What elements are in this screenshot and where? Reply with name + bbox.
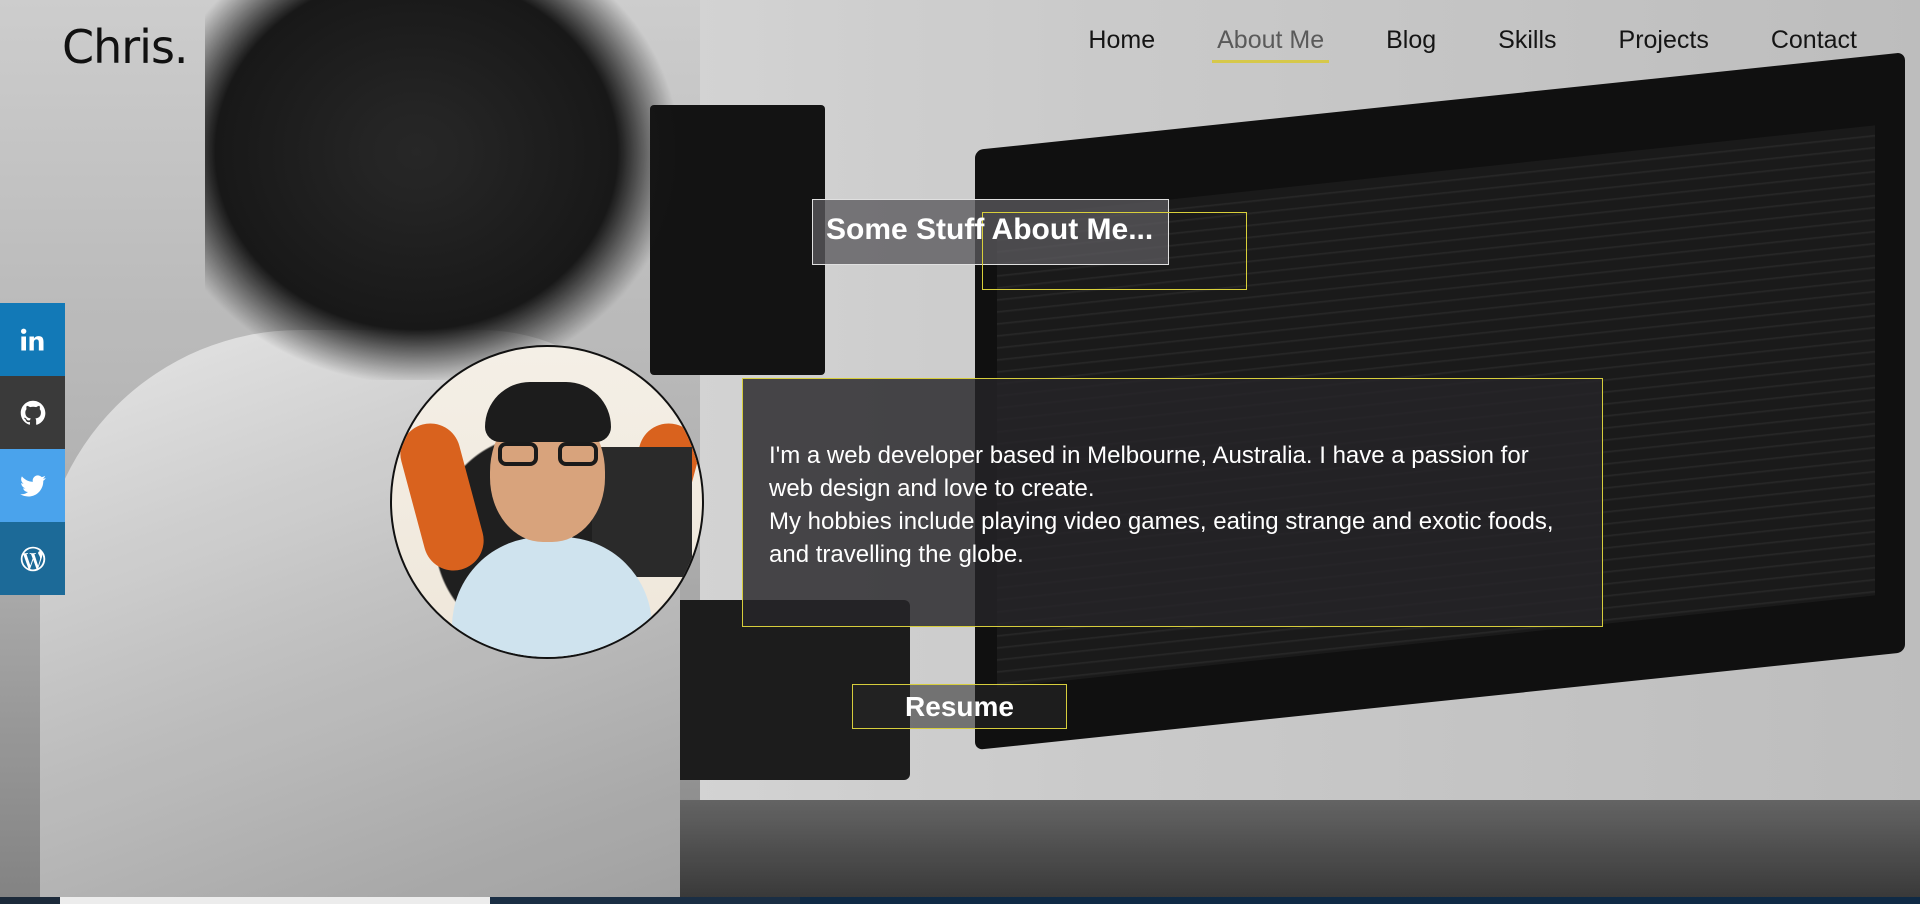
profile-photo — [390, 345, 704, 659]
wordpress-icon — [20, 546, 45, 571]
linkedin-button[interactable] — [0, 303, 65, 376]
github-button[interactable] — [0, 376, 65, 449]
resume-button[interactable]: Resume — [852, 684, 1067, 729]
about-paragraph-1: I'm a web developer based in Melbourne, … — [769, 442, 1529, 502]
nav-item-about-me[interactable]: About Me — [1186, 26, 1355, 63]
main-nav: Home About Me Blog Skills Projects Conta… — [1057, 26, 1888, 63]
wordpress-button[interactable] — [0, 522, 65, 595]
twitter-button[interactable] — [0, 449, 65, 522]
about-text-box: I'm a web developer based in Melbourne, … — [742, 378, 1603, 627]
bottom-strip — [0, 897, 1920, 904]
nav-item-blog[interactable]: Blog — [1355, 26, 1467, 63]
twitter-icon — [19, 474, 46, 496]
linkedin-icon — [20, 328, 43, 350]
social-sidebar — [0, 303, 65, 595]
nav-item-projects[interactable]: Projects — [1588, 26, 1740, 63]
nav-item-home[interactable]: Home — [1057, 26, 1186, 63]
nav-item-skills[interactable]: Skills — [1467, 26, 1587, 63]
about-heading: Some Stuff About Me... — [826, 213, 1154, 246]
about-paragraph-2: My hobbies include playing video games, … — [769, 508, 1554, 568]
site-logo[interactable]: Chris. — [62, 20, 189, 74]
nav-item-contact[interactable]: Contact — [1740, 26, 1888, 63]
github-icon — [20, 400, 45, 425]
